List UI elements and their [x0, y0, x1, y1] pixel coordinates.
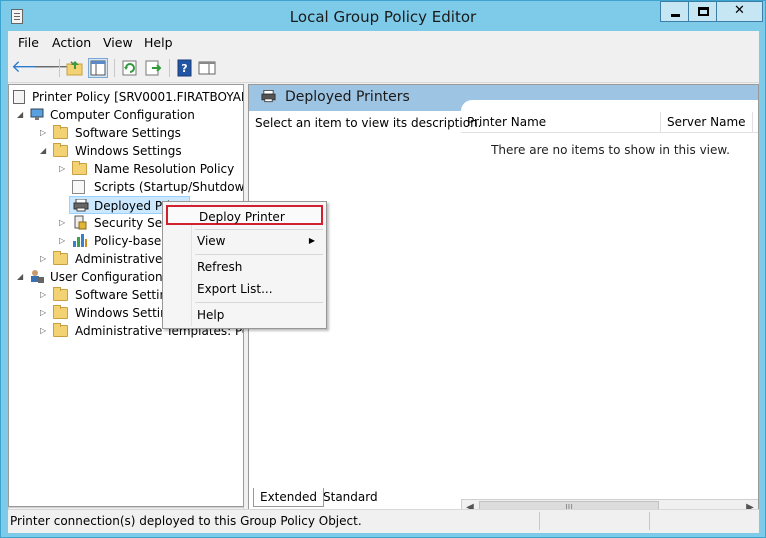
title-bar[interactable]: Local Group Policy Editor ✕ [1, 1, 765, 31]
tree-label: Name Resolution Policy [94, 162, 235, 176]
folder-icon [53, 251, 68, 265]
collapse-arrow-icon[interactable]: ◢ [40, 142, 49, 160]
menu-separator [195, 254, 323, 255]
details-header: Deployed Printers [249, 85, 758, 111]
folder-icon [53, 125, 68, 139]
tree-item-software-settings[interactable]: ▷ Software Settings [13, 124, 243, 142]
back-icon[interactable]: 🡐 [11, 58, 57, 78]
expand-arrow-icon[interactable]: ▷ [40, 322, 49, 340]
policy-document-icon [13, 90, 25, 104]
status-divider [539, 512, 540, 530]
close-icon: ✕ [734, 3, 745, 18]
tree-item-name-resolution-policy[interactable]: ▷ Name Resolution Policy [13, 160, 243, 178]
computer-icon [30, 108, 45, 121]
forward-icon[interactable]: 🡒 [33, 58, 79, 78]
menu-view[interactable]: View [103, 35, 133, 50]
help-icon[interactable]: ? [175, 58, 195, 78]
script-icon [72, 180, 85, 194]
context-menu: Deploy Printer View ▶ Refresh Export Lis… [162, 201, 327, 329]
expand-arrow-icon[interactable]: ▷ [59, 160, 68, 178]
printer-icon [73, 198, 89, 212]
users-icon [30, 269, 45, 284]
expand-arrow-icon[interactable]: ▷ [40, 124, 49, 142]
menu-item-label: View [197, 234, 226, 248]
menu-bar: File Action View Help [8, 31, 759, 53]
menu-item-label: Export List... [197, 282, 273, 296]
toolbar-separator [114, 59, 115, 77]
menu-item-label: Refresh [197, 260, 243, 274]
submenu-arrow-icon: ▶ [308, 236, 315, 245]
menu-action[interactable]: Action [52, 35, 91, 50]
column-printer-name[interactable]: Printer Name [461, 112, 661, 133]
menu-item-label: Deploy Printer [199, 210, 285, 224]
tree-item-scripts[interactable]: Scripts (Startup/Shutdown) [13, 178, 244, 196]
details-title: Deployed Printers [285, 89, 410, 105]
collapse-arrow-icon[interactable]: ◢ [17, 268, 26, 286]
expand-arrow-icon[interactable]: ▷ [59, 214, 68, 232]
svg-text:?: ? [181, 62, 187, 75]
app-window: Local Group Policy Editor ✕ File Action … [0, 0, 766, 538]
tree-label: Windows Settings [75, 144, 182, 158]
export-list-icon[interactable] [143, 58, 163, 78]
tree-item-computer-configuration[interactable]: ◢ Computer Configuration [13, 106, 243, 124]
minimize-icon [671, 14, 680, 17]
folder-icon [53, 323, 68, 337]
description-text: Select an item to view its description. [255, 116, 482, 130]
tree-label: Scripts (Startup/Shutdown) [94, 180, 244, 194]
maximize-icon [698, 7, 709, 16]
menu-separator [195, 302, 323, 303]
menu-item-export-list[interactable]: Export List... [166, 279, 323, 299]
toolbar-separator [169, 59, 170, 77]
bar-graph-icon [72, 233, 88, 248]
folder-icon [53, 143, 68, 157]
tree-label: Windows Setting [75, 306, 176, 320]
menu-item-view[interactable]: View ▶ [166, 231, 323, 251]
tree-label: Policy-based [94, 234, 169, 248]
menu-item-refresh[interactable]: Refresh [166, 257, 323, 277]
tree-label: Computer Configuration [50, 108, 195, 122]
folder-icon [72, 161, 87, 175]
toolbar-separator [59, 59, 60, 77]
show-hide-tree-icon[interactable] [88, 58, 108, 78]
folder-icon [53, 305, 68, 319]
tree-label: Software Settings [75, 126, 181, 140]
minimize-button[interactable] [660, 1, 689, 22]
security-settings-icon [72, 215, 87, 230]
toolbar: 🡐 🡒 ? [8, 53, 759, 83]
menu-item-help[interactable]: Help [166, 305, 323, 325]
header-curve [461, 100, 758, 111]
tab-extended[interactable]: Extended [253, 488, 324, 507]
collapse-arrow-icon[interactable]: ◢ [17, 106, 26, 124]
status-divider [649, 512, 650, 530]
expand-arrow-icon[interactable]: ▷ [40, 286, 49, 304]
status-text: Printer connection(s) deployed to this G… [10, 514, 362, 528]
window-title: Local Group Policy Editor [289, 8, 477, 26]
refresh-icon[interactable] [120, 58, 140, 78]
tree-item-windows-settings[interactable]: ◢ Windows Settings [13, 142, 243, 160]
expand-arrow-icon[interactable]: ▷ [40, 304, 49, 322]
close-button[interactable]: ✕ [716, 1, 763, 22]
expand-arrow-icon[interactable]: ▷ [59, 232, 68, 250]
empty-list-message: There are no items to show in this view. [491, 143, 730, 157]
expand-arrow-icon[interactable]: ▷ [40, 250, 49, 268]
tree-label: User Configuration [50, 270, 163, 284]
tree-label: Printer Policy [SRV0001.FIRATBOYAN.C [32, 90, 244, 104]
menu-help[interactable]: Help [144, 35, 173, 50]
up-folder-icon[interactable] [65, 58, 85, 78]
tab-standard[interactable]: Standard [317, 488, 384, 507]
maximize-button[interactable] [688, 1, 717, 22]
view-tabs: Extended Standard [249, 488, 549, 508]
menu-item-deploy-printer[interactable]: Deploy Printer [166, 205, 323, 225]
menu-item-label: Help [197, 308, 225, 322]
tree-item-root[interactable]: Printer Policy [SRV0001.FIRATBOYAN.C [13, 88, 244, 106]
status-bar: Printer connection(s) deployed to this G… [8, 509, 759, 531]
column-server-name[interactable]: Server Name [661, 112, 753, 133]
folder-icon [53, 287, 68, 301]
list-header: Printer Name Server Name [461, 112, 758, 133]
printer-icon [261, 89, 276, 103]
menu-file[interactable]: File [18, 35, 39, 50]
client-area: File Action View Help 🡐 🡒 ? Printer Poli… [8, 31, 759, 533]
menu-separator [195, 229, 323, 230]
show-action-pane-icon[interactable] [197, 58, 217, 78]
